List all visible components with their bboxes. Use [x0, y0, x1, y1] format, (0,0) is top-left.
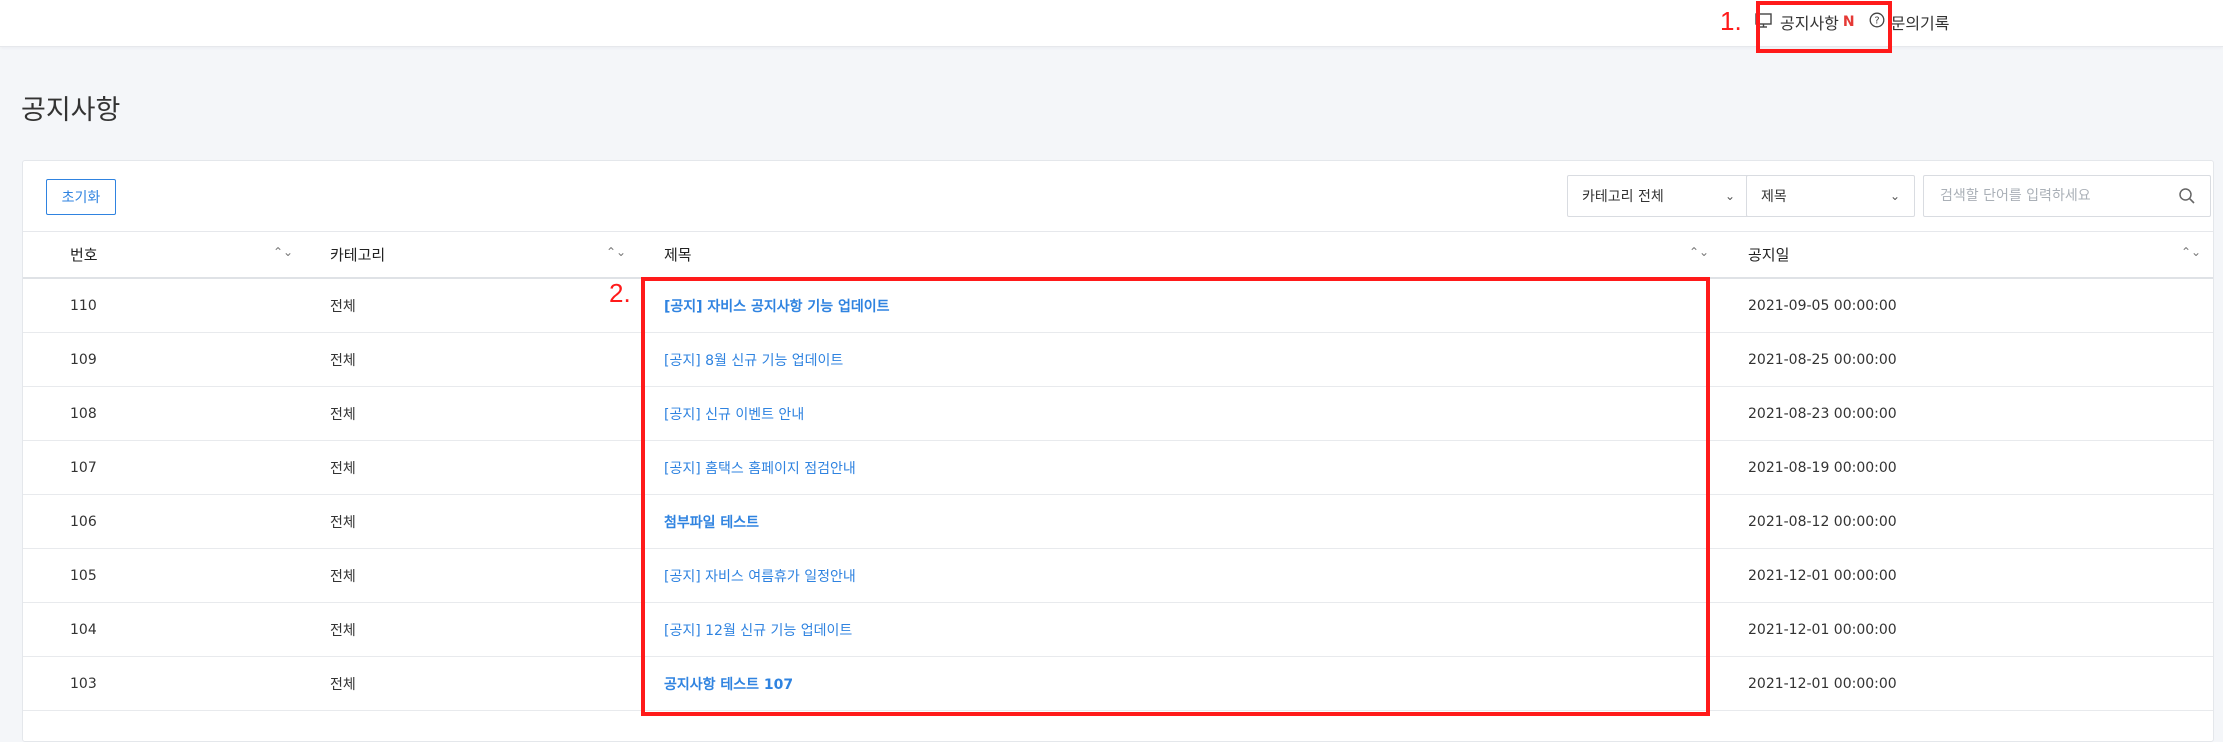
sort-icon[interactable]: ⌃⌄ [2181, 245, 2201, 259]
col-header-title: 제목 [664, 246, 692, 264]
chevron-down-icon: ⌄ [1889, 189, 1900, 203]
row-date: 2021-08-25 00:00:00 [1748, 351, 1897, 368]
row-category: 전체 [330, 460, 356, 477]
row-category: 전체 [330, 676, 356, 693]
row-date: 2021-12-01 00:00:00 [1748, 621, 1897, 638]
row-category: 전체 [330, 622, 356, 639]
row-number: 106 [70, 513, 97, 530]
category-select[interactable]: 카테고리 전체 ⌄ [1567, 175, 1750, 217]
search-field-select-value: 제목 [1761, 189, 1787, 205]
row-number: 105 [70, 567, 97, 584]
row-number: 107 [70, 459, 97, 476]
row-category: 전체 [330, 514, 356, 531]
row-date: 2021-09-05 00:00:00 [1748, 297, 1897, 314]
row-number: 104 [70, 621, 97, 638]
row-category: 전체 [330, 406, 356, 423]
row-number: 103 [70, 675, 97, 692]
search-field-select[interactable]: 제목 ⌄ [1746, 175, 1915, 217]
nav-inquiry-label: 문의기록 [1890, 14, 1950, 33]
search-icon[interactable] [2178, 187, 2196, 205]
reset-button[interactable]: 초기화 [46, 179, 116, 215]
row-date: 2021-08-12 00:00:00 [1748, 513, 1897, 530]
row-date: 2021-12-01 00:00:00 [1748, 567, 1897, 584]
search-box [1923, 175, 2211, 217]
row-date: 2021-08-19 00:00:00 [1748, 459, 1897, 476]
col-header-category: 카테고리 [330, 246, 386, 264]
row-category: 전체 [330, 352, 356, 369]
page-title: 공지사항 [21, 95, 121, 125]
row-date: 2021-08-23 00:00:00 [1748, 405, 1897, 422]
sort-icon[interactable]: ⌃⌄ [273, 245, 293, 259]
sort-icon[interactable]: ⌃⌄ [1689, 245, 1709, 259]
annotation-1-label: 1. [1720, 6, 1742, 36]
row-category: 전체 [330, 568, 356, 585]
sort-icon[interactable]: ⌃⌄ [606, 245, 626, 259]
col-header-date: 공지일 [1748, 246, 1790, 264]
row-date: 2021-12-01 00:00:00 [1748, 675, 1897, 692]
chevron-down-icon: ⌄ [1724, 189, 1735, 203]
annotation-1-box [1756, 1, 1892, 53]
row-number: 108 [70, 405, 97, 422]
annotation-2-box [641, 277, 1710, 716]
search-input[interactable] [1938, 187, 2178, 205]
row-category: 전체 [330, 298, 356, 315]
row-number: 110 [70, 297, 97, 314]
category-select-value: 카테고리 전체 [1582, 189, 1664, 205]
row-number: 109 [70, 351, 97, 368]
table-header: 번호 ⌃⌄ 카테고리 ⌃⌄ 제목 ⌃⌄ 공지일 ⌃⌄ [23, 231, 2213, 279]
col-header-number: 번호 [70, 246, 98, 264]
annotation-2-label: 2. [609, 278, 631, 308]
